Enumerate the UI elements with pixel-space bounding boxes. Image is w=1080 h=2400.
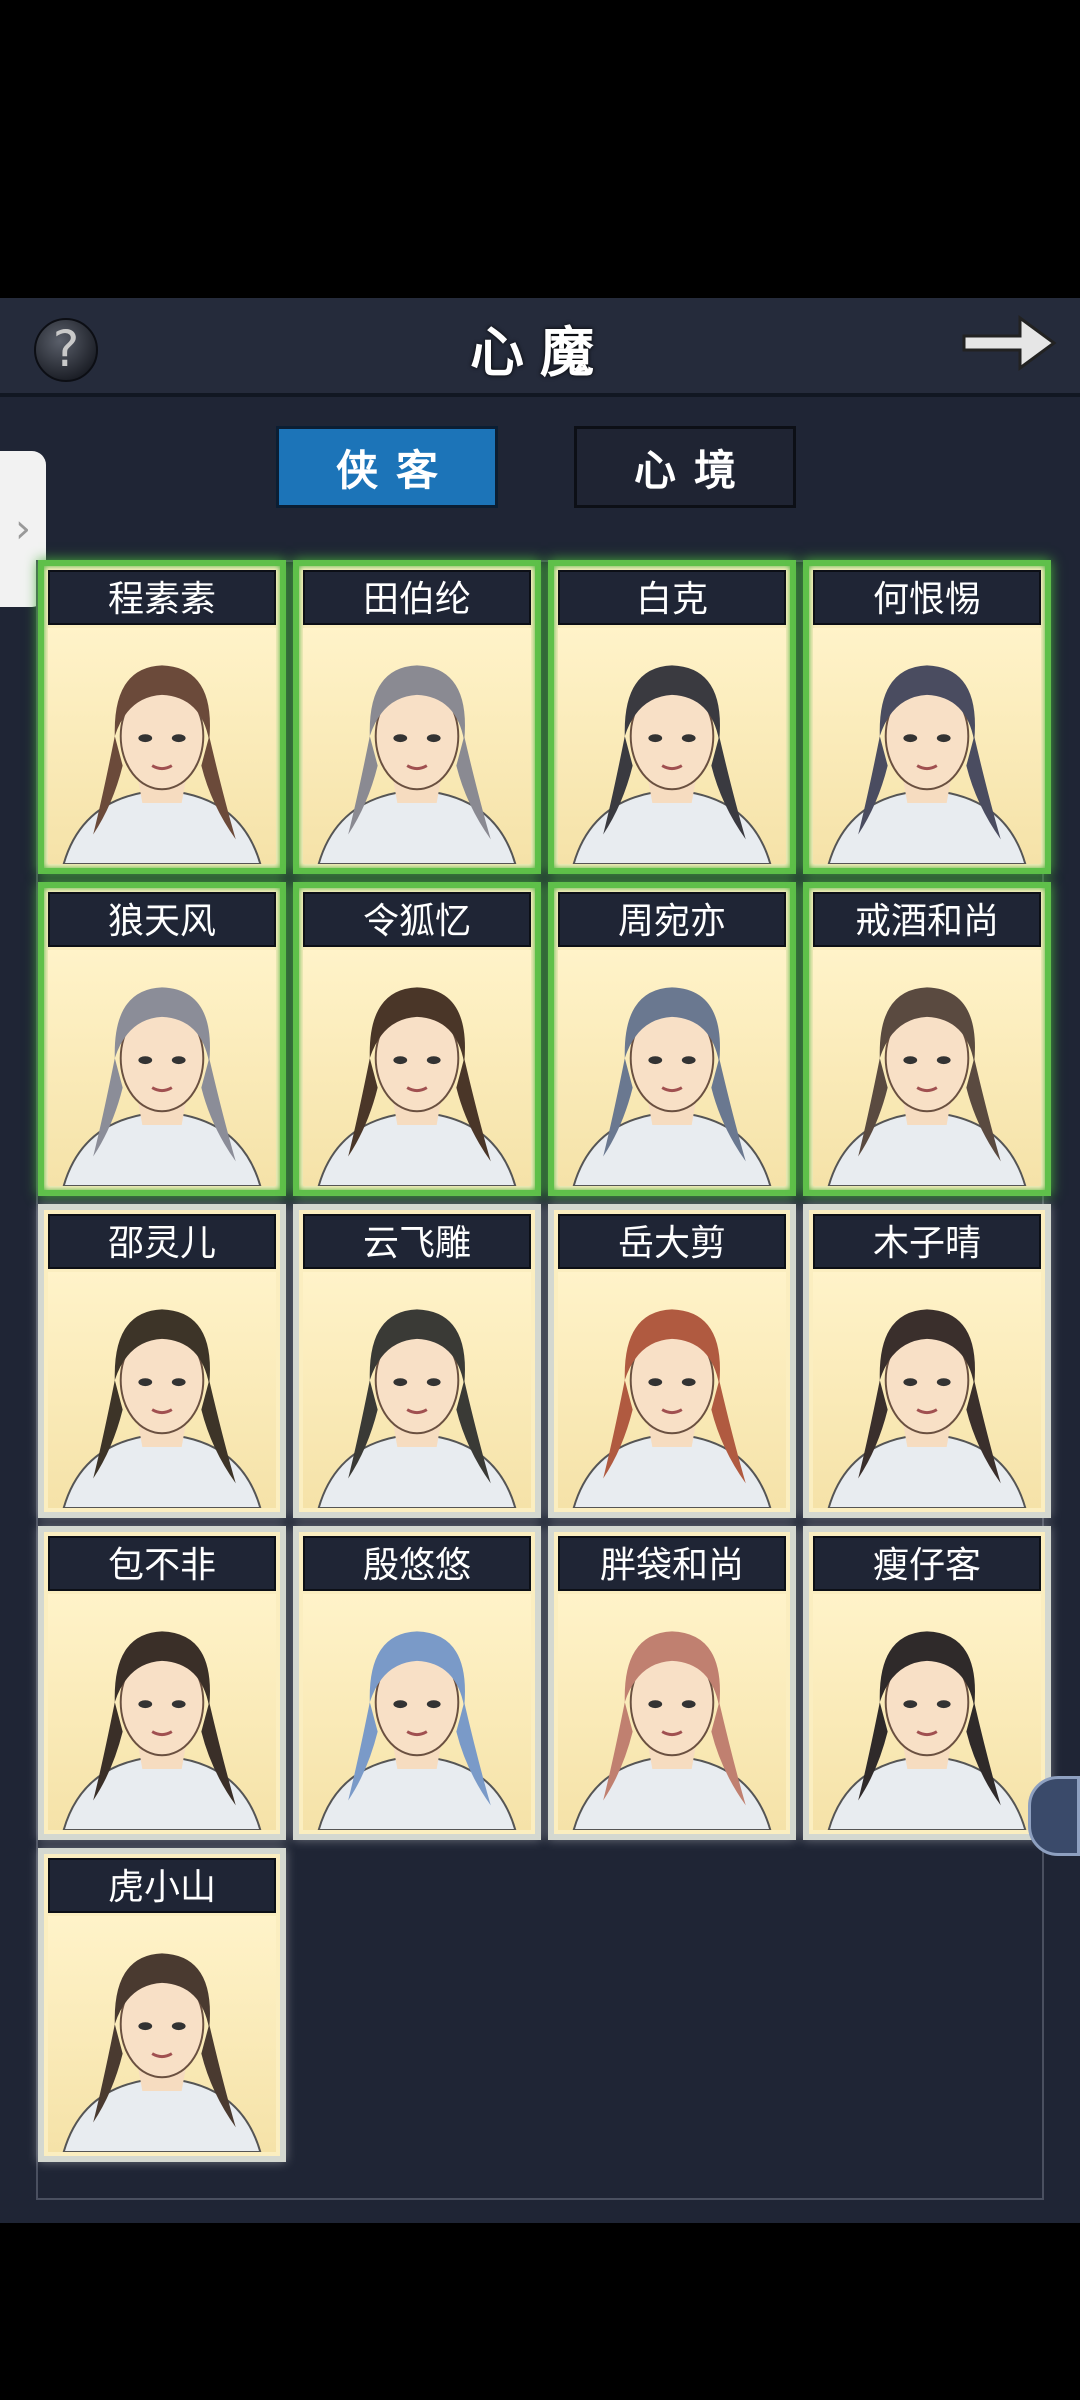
character-portrait xyxy=(558,1272,786,1508)
tab-bar: 侠客 心境 xyxy=(0,426,1080,516)
character-name: 程素素 xyxy=(48,570,276,625)
character-portrait xyxy=(48,628,276,864)
header-bar: ? 心魔 xyxy=(0,298,1080,397)
character-name: 虎小山 xyxy=(48,1858,276,1913)
character-card[interactable]: 木子晴 xyxy=(803,1204,1051,1518)
character-card[interactable]: 岳大剪 xyxy=(548,1204,796,1518)
character-portrait xyxy=(303,1272,531,1508)
chevron-right-icon: › xyxy=(15,506,31,552)
character-card[interactable]: 云飞雕 xyxy=(293,1204,541,1518)
character-name: 何恨惕 xyxy=(813,570,1041,625)
character-name: 邵灵儿 xyxy=(48,1214,276,1269)
character-card[interactable]: 狼天风 xyxy=(38,882,286,1196)
character-card[interactable]: 虎小山 xyxy=(38,1848,286,2162)
tab-hero[interactable]: 侠客 xyxy=(276,426,498,508)
character-portrait xyxy=(813,950,1041,1186)
character-card[interactable]: 瘦仔客 xyxy=(803,1526,1051,1840)
character-name: 瘦仔客 xyxy=(813,1536,1041,1591)
character-card[interactable]: 田伯纶 xyxy=(293,560,541,874)
heart-demon-panel: ? 心魔 侠客 心境 › 程素素 田伯纶 白克 何恨惕狼天风 令狐忆 周宛亦 戒酒和尚邵灵儿… xyxy=(0,298,1080,2223)
character-grid: 程素素 田伯纶 白克 何恨惕狼天风 令狐忆 周宛亦 戒酒和尚邵灵儿 云飞雕 岳大剪 木子晴包不非殷… xyxy=(36,560,1051,2200)
character-card[interactable]: 胖袋和尚 xyxy=(548,1526,796,1840)
arrow-right-icon[interactable] xyxy=(958,308,1058,378)
character-card[interactable]: 程素素 xyxy=(38,560,286,874)
character-portrait xyxy=(303,1594,531,1830)
character-name: 田伯纶 xyxy=(303,570,531,625)
character-name: 周宛亦 xyxy=(558,892,786,947)
page-title: 心魔 xyxy=(470,320,610,384)
character-name: 岳大剪 xyxy=(558,1214,786,1269)
character-portrait xyxy=(558,950,786,1186)
character-portrait xyxy=(48,1594,276,1830)
character-portrait xyxy=(303,628,531,864)
character-portrait xyxy=(558,628,786,864)
character-portrait xyxy=(813,1594,1041,1830)
character-name: 云飞雕 xyxy=(303,1214,531,1269)
character-card[interactable]: 殷悠悠 xyxy=(293,1526,541,1840)
character-name: 狼天风 xyxy=(48,892,276,947)
character-name: 戒酒和尚 xyxy=(813,892,1041,947)
character-card[interactable]: 何恨惕 xyxy=(803,560,1051,874)
tab-mind-state[interactable]: 心境 xyxy=(574,426,796,508)
character-name: 白克 xyxy=(558,570,786,625)
character-card[interactable]: 戒酒和尚 xyxy=(803,882,1051,1196)
character-name: 木子晴 xyxy=(813,1214,1041,1269)
character-portrait xyxy=(303,950,531,1186)
character-name: 令狐忆 xyxy=(303,892,531,947)
character-portrait xyxy=(48,1272,276,1508)
character-card[interactable]: 周宛亦 xyxy=(548,882,796,1196)
character-name: 胖袋和尚 xyxy=(558,1536,786,1591)
character-card[interactable]: 白克 xyxy=(548,560,796,874)
character-portrait xyxy=(813,1272,1041,1508)
character-portrait xyxy=(48,950,276,1186)
character-card[interactable]: 包不非 xyxy=(38,1526,286,1840)
scroll-knob[interactable] xyxy=(1028,1776,1080,1856)
character-name: 包不非 xyxy=(48,1536,276,1591)
character-name: 殷悠悠 xyxy=(303,1536,531,1591)
character-portrait xyxy=(813,628,1041,864)
character-card[interactable]: 邵灵儿 xyxy=(38,1204,286,1518)
character-card[interactable]: 令狐忆 xyxy=(293,882,541,1196)
character-portrait xyxy=(558,1594,786,1830)
character-portrait xyxy=(48,1916,276,2152)
